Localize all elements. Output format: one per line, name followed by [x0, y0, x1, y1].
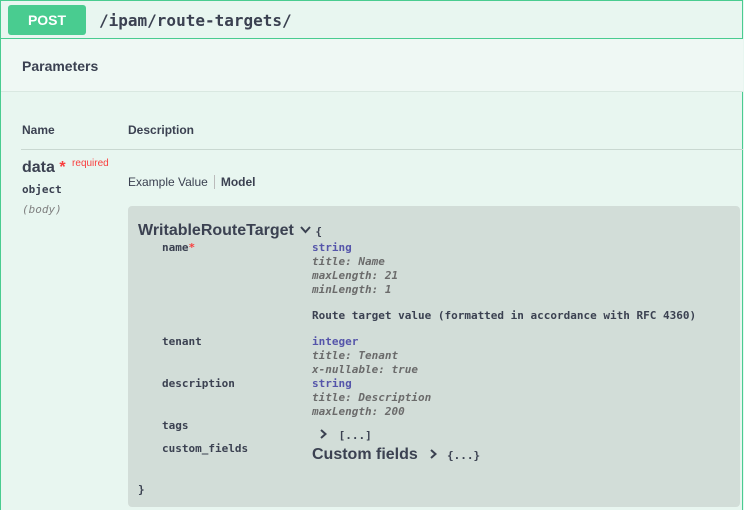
- param-type: object: [22, 183, 62, 196]
- header-divider: [21, 149, 743, 150]
- prop-name: name*: [162, 241, 195, 254]
- tags-expand[interactable]: [...]: [320, 427, 372, 442]
- prop-name-label: name: [162, 241, 189, 254]
- required-star: *: [59, 159, 66, 176]
- operation-summary[interactable]: POST /ipam/route-targets/: [1, 1, 743, 39]
- method-badge: POST: [8, 5, 86, 35]
- prop-description: description: [162, 377, 235, 390]
- prop-tenant: tenant: [162, 335, 202, 348]
- param-location: (body): [22, 203, 62, 216]
- prop-name-description: Route target value (formatted in accorda…: [312, 309, 697, 322]
- endpoint-path: /ipam/route-targets/: [99, 11, 292, 30]
- parameters-header: [1, 39, 743, 92]
- tags-collapsed: [...]: [338, 429, 372, 442]
- prop-name-maxlength: maxLength: 21: [312, 269, 399, 282]
- tab-example-value[interactable]: Example Value: [128, 175, 215, 189]
- param-name: data * required: [22, 158, 109, 177]
- column-header-name: Name: [22, 123, 55, 137]
- prop-tenant-nullable: x-nullable: true: [312, 363, 418, 376]
- prop-description-title: title: Description: [312, 391, 432, 404]
- model-toggle[interactable]: WritableRouteTarget {: [138, 222, 322, 240]
- prop-tenant-type: integer: [312, 335, 359, 348]
- model-title: WritableRouteTarget: [138, 222, 294, 239]
- model-box: WritableRouteTarget { name* string title…: [128, 206, 740, 507]
- column-header-description: Description: [128, 123, 195, 137]
- example-model-tabs: Example Value Model: [128, 175, 256, 189]
- chevron-right-icon[interactable]: [320, 427, 331, 442]
- open-brace: {: [315, 225, 322, 238]
- prop-tenant-title: title: Tenant: [312, 349, 399, 362]
- prop-custom-fields: custom_fields: [162, 442, 249, 455]
- param-name-label: data: [22, 159, 55, 176]
- custom-fields-expand[interactable]: Custom fields {...}: [312, 446, 480, 464]
- prop-name-type: string: [312, 241, 352, 254]
- operation-block: POST /ipam/route-targets/ Parameters Nam…: [0, 0, 743, 510]
- prop-description-maxlength: maxLength: 200: [312, 405, 405, 418]
- prop-description-type: string: [312, 377, 352, 390]
- custom-fields-collapsed: {...}: [447, 449, 481, 462]
- custom-fields-model-title: Custom fields: [312, 446, 418, 463]
- prop-name-minlength: minLength: 1: [312, 283, 392, 296]
- prop-name-title: title: Name: [312, 255, 385, 268]
- prop-tags: tags: [162, 419, 189, 432]
- parameters-title: Parameters: [22, 58, 99, 74]
- chevron-down-icon[interactable]: [300, 223, 311, 237]
- close-brace: }: [138, 483, 145, 496]
- tab-model[interactable]: Model: [215, 175, 256, 189]
- required-star: *: [188, 241, 196, 254]
- chevron-right-icon[interactable]: [430, 447, 441, 462]
- required-label: required: [72, 158, 109, 169]
